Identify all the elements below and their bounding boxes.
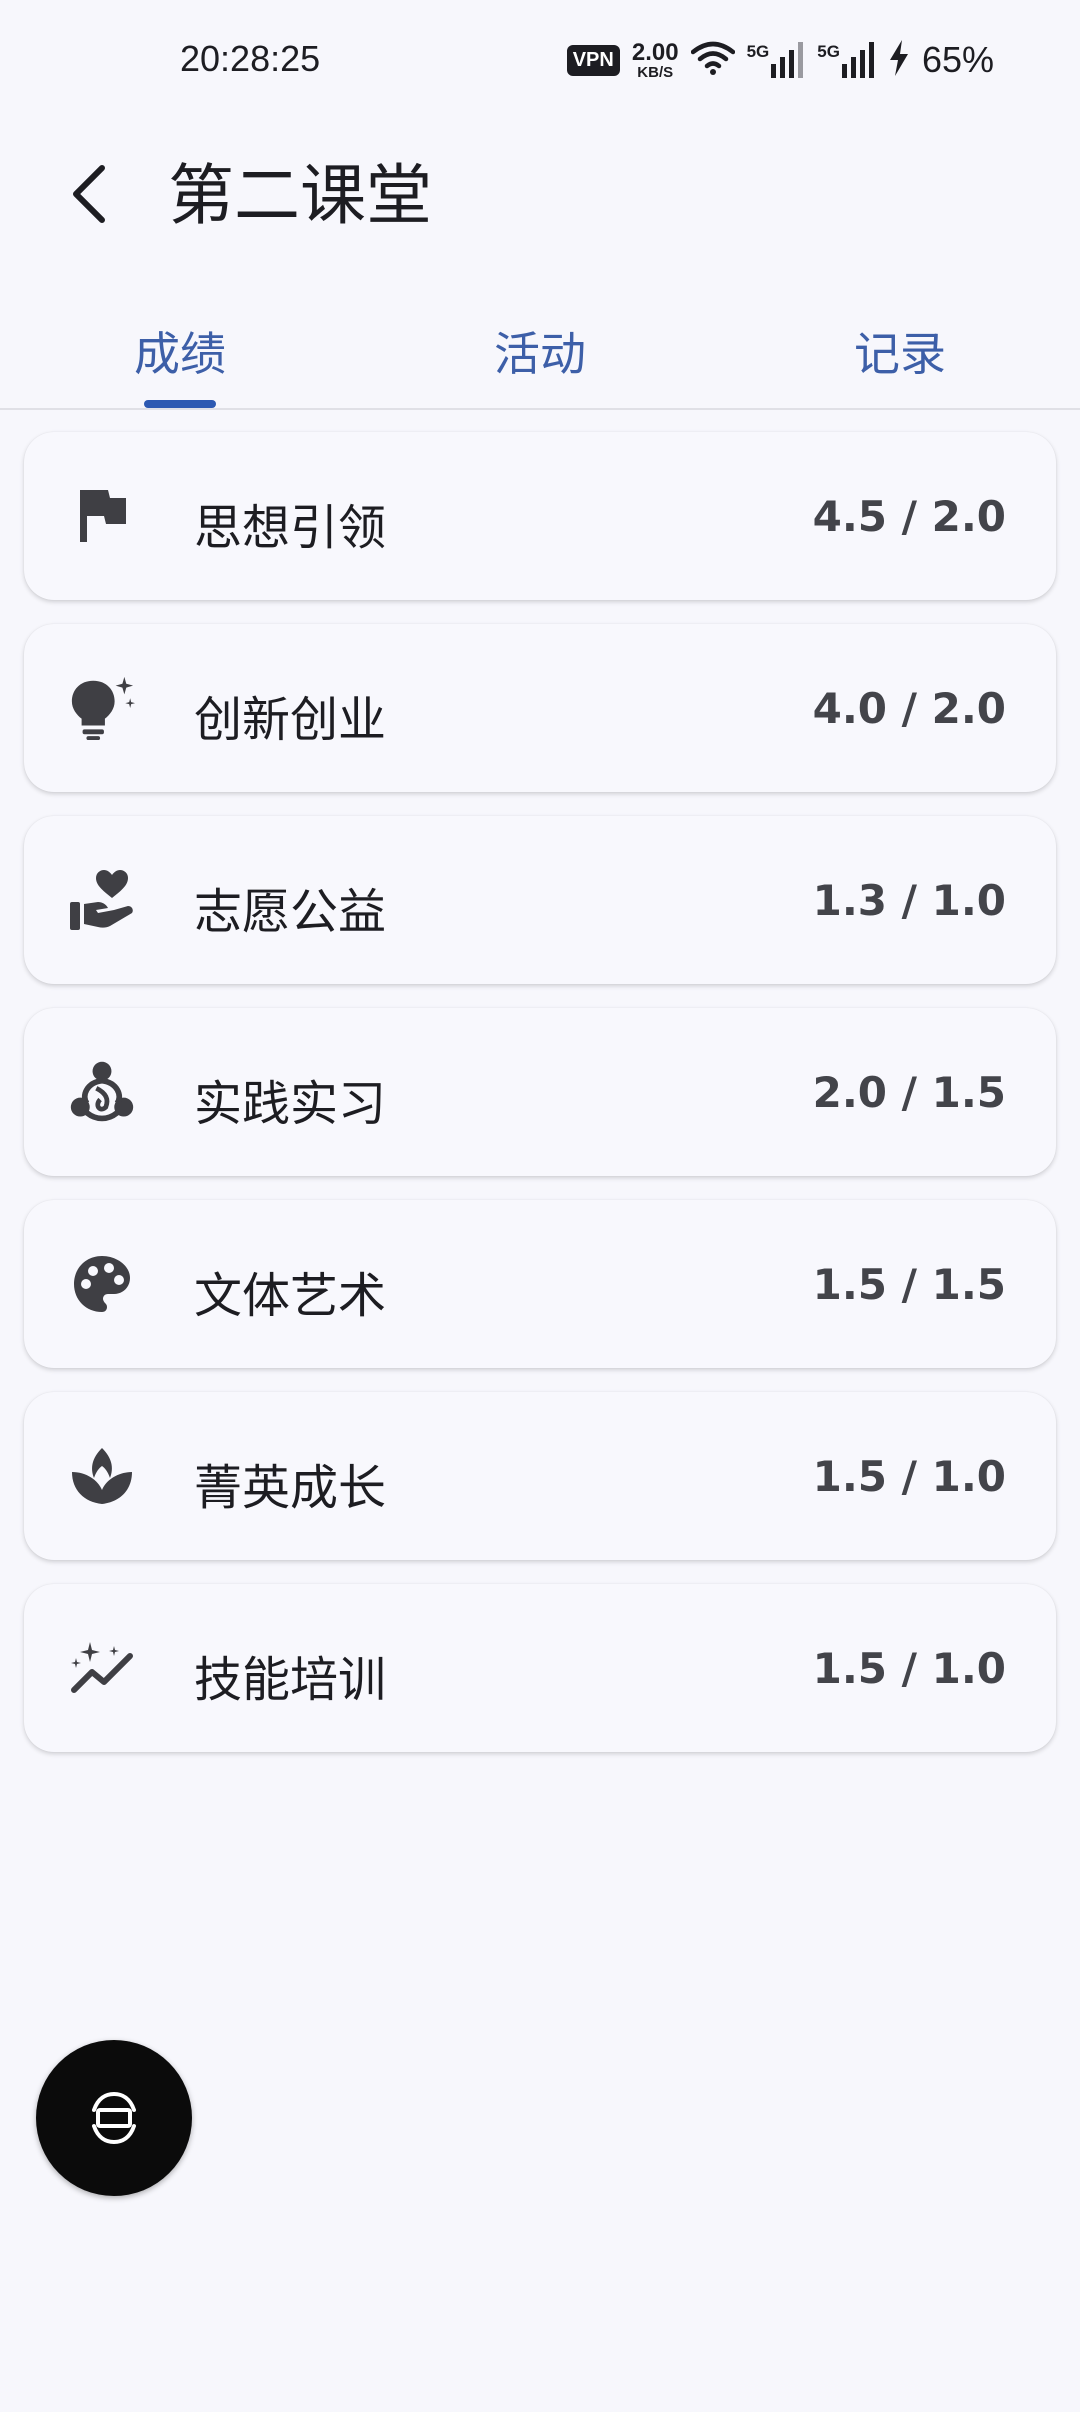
- tab-records[interactable]: 记录: [720, 280, 1080, 408]
- palette-icon: [68, 1250, 136, 1318]
- network-speed: 2.00 KB/S: [631, 38, 679, 81]
- category-card-ideology[interactable]: 思想引领 4.5 / 2.0: [24, 432, 1056, 600]
- vpn-badge: VPN: [566, 44, 620, 76]
- tab-records-label: 记录: [854, 327, 946, 381]
- category-card-volunteer[interactable]: 志愿公益 1.3 / 1.0: [24, 816, 1056, 984]
- category-card-arts[interactable]: 文体艺术 1.5 / 1.5: [24, 1200, 1056, 1368]
- status-icons: VPN 2.00 KB/S 5G 5G 65%: [566, 36, 994, 84]
- back-button[interactable]: [48, 154, 128, 234]
- signal-5g-icon-2: 5G: [817, 42, 876, 78]
- category-card-skills[interactable]: 技能培训 1.5 / 1.0: [24, 1584, 1056, 1752]
- category-name: 技能培训: [194, 1652, 387, 1708]
- battery-percent: 65%: [921, 39, 994, 80]
- category-card-innovation[interactable]: 创新创业 4.0 / 2.0: [24, 624, 1056, 792]
- category-name: 实践实习: [194, 1076, 387, 1132]
- network-speed-unit: KB/S: [637, 63, 674, 81]
- charging-icon: [888, 40, 910, 80]
- status-bar: 20:28:25 VPN 2.00 KB/S 5G 5G 65%: [0, 0, 1080, 124]
- spa-icon: [68, 1442, 136, 1510]
- status-time: 20:28:25: [180, 38, 321, 79]
- category-score: 1.5 / 1.0: [812, 1644, 1006, 1693]
- tab-active-indicator: [144, 400, 216, 408]
- category-score: 1.5 / 1.5: [812, 1260, 1006, 1309]
- category-name: 志愿公益: [194, 884, 387, 940]
- category-card-elite-growth[interactable]: 菁英成长 1.5 / 1.0: [24, 1392, 1056, 1560]
- floating-screenshot-button[interactable]: [36, 2040, 192, 2196]
- category-name: 菁英成长: [194, 1460, 387, 1516]
- category-list: 思想引领 4.5 / 2.0 创新创业 4.0 / 2.0 志愿公益 1.3 /…: [24, 432, 1056, 1776]
- tab-divider: [0, 408, 1080, 410]
- lightbulb-icon: [68, 674, 136, 742]
- app-bar: 第二课堂: [0, 124, 1080, 274]
- category-card-practice[interactable]: 实践实习 2.0 / 1.5: [24, 1008, 1056, 1176]
- tab-grades-label: 成绩: [134, 327, 226, 381]
- workspaces-icon: [68, 1058, 136, 1126]
- network-speed-value: 2.00: [631, 38, 679, 66]
- wifi-icon: [690, 40, 735, 80]
- scan-frame-icon: [92, 2091, 136, 2145]
- category-name: 创新创业: [194, 692, 387, 748]
- tab-grades[interactable]: 成绩: [0, 280, 360, 408]
- category-score: 1.3 / 1.0: [812, 876, 1006, 925]
- back-arrow-icon: [73, 165, 105, 223]
- category-score: 1.5 / 1.0: [812, 1452, 1006, 1501]
- tab-activities-label: 活动: [494, 327, 586, 381]
- category-name: 思想引领: [194, 500, 387, 556]
- page-title: 第二课堂: [168, 157, 432, 234]
- category-score: 4.0 / 2.0: [812, 684, 1006, 733]
- tab-bar: 成绩 活动 记录: [0, 280, 1080, 410]
- signal-5g-icon-1: 5G: [747, 42, 806, 78]
- category-name: 文体艺术: [194, 1268, 387, 1324]
- flag-icon: [68, 482, 136, 550]
- sparkle-trend-icon: [68, 1634, 136, 1702]
- volunteer-heart-icon: [68, 866, 136, 934]
- category-score: 2.0 / 1.5: [812, 1068, 1006, 1117]
- tab-activities[interactable]: 活动: [360, 280, 720, 408]
- category-score: 4.5 / 2.0: [812, 492, 1006, 541]
